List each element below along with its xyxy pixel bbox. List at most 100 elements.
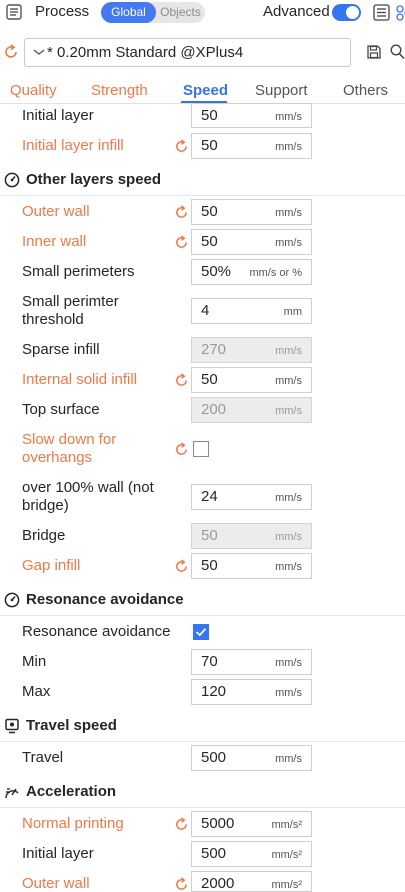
- settings-tabs: Quality Strength Speed Support Others: [0, 80, 405, 104]
- resonance-avoidance-label: Resonance avoidance: [22, 623, 171, 640]
- outer-wall-label: Outer wall: [22, 203, 90, 220]
- field-value: 50: [201, 527, 218, 544]
- field-unit: mm: [283, 306, 302, 318]
- preset-name: * 0.20mm Standard @XPlus4: [47, 44, 244, 61]
- field-value: 200: [201, 401, 227, 418]
- reset-icon[interactable]: [174, 205, 189, 220]
- field-unit: mm/s: [275, 687, 302, 699]
- group-title-travel: Travel speed: [26, 717, 117, 734]
- reset-icon[interactable]: [174, 235, 189, 250]
- group-title-resonance: Resonance avoidance: [26, 591, 184, 608]
- inner-wall-input[interactable]: 50 mm/s: [191, 229, 312, 255]
- field-value: 2000: [201, 875, 235, 892]
- over-100-wall-input[interactable]: 24 mm/s: [191, 484, 312, 510]
- min-input[interactable]: 70 mm/s: [191, 649, 312, 675]
- speedometer-icon: [4, 592, 20, 608]
- resonance-avoidance-checkbox[interactable]: [193, 624, 209, 640]
- field-value: 50: [201, 137, 218, 154]
- reset-icon[interactable]: [174, 559, 189, 574]
- mode-switch: Global Objects: [101, 2, 205, 23]
- min-label: Min: [22, 653, 47, 670]
- gap-infill-input[interactable]: 50 mm/s: [191, 553, 312, 579]
- initial-layer-input[interactable]: 50 mm/s: [191, 103, 312, 128]
- reset-icon[interactable]: [174, 442, 189, 457]
- field-unit: mm/s²: [271, 849, 302, 861]
- field-value: 5000: [201, 815, 235, 832]
- field-unit: mm/s: [275, 531, 302, 543]
- field-unit: mm/s: [275, 405, 302, 417]
- tab-others[interactable]: Others: [343, 82, 388, 99]
- field-value: 50: [201, 557, 218, 574]
- outer-wall-input[interactable]: 50 mm/s: [191, 199, 312, 225]
- field-unit: mm/s²: [271, 879, 302, 891]
- field-unit: mm/s: [275, 492, 302, 504]
- field-value: 50: [201, 233, 218, 250]
- inner-wall-label: Inner wall: [22, 233, 87, 250]
- panel-title: Process: [35, 3, 90, 20]
- search-icon[interactable]: [390, 44, 405, 60]
- field-unit: mm/s: [275, 345, 302, 357]
- field-unit: mm/s: [275, 111, 302, 123]
- slow-down-overhangs-checkbox[interactable]: [193, 441, 209, 457]
- initial-layer-infill-input[interactable]: 50 mm/s: [191, 133, 312, 159]
- tab-speed[interactable]: Speed: [183, 82, 228, 99]
- reset-icon[interactable]: [3, 44, 19, 60]
- field-value: 50: [201, 371, 218, 388]
- gap-infill-label: Gap infill: [22, 557, 81, 574]
- small-perimeters-label: Small perimeters: [22, 263, 135, 280]
- sparse-infill-label: Sparse infill: [22, 341, 100, 358]
- top-surface-label: Top surface: [22, 401, 100, 418]
- travel-icon: [5, 718, 19, 734]
- field-value: 4: [201, 302, 210, 319]
- tab-support[interactable]: Support: [255, 82, 308, 99]
- field-unit: mm/s: [275, 375, 302, 387]
- toggle-knob: [346, 6, 359, 19]
- chevron-down-icon: [33, 49, 45, 55]
- travel-input[interactable]: 500 mm/s: [191, 745, 312, 771]
- settings-icon[interactable]: [396, 4, 405, 21]
- accel-initial-layer-label: Initial layer: [22, 845, 94, 862]
- acceleration-icon: [5, 788, 19, 799]
- max-input[interactable]: 120 mm/s: [191, 679, 312, 705]
- save-icon[interactable]: [367, 45, 381, 59]
- small-perimeter-threshold-input[interactable]: 4 mm: [191, 298, 312, 324]
- group-title-other-layers: Other layers speed: [26, 171, 162, 188]
- bridge-label: Bridge: [22, 527, 66, 544]
- normal-printing-input[interactable]: 5000 mm/s²: [191, 811, 312, 837]
- top-surface-input: 200 mm/s: [191, 397, 312, 423]
- travel-label: Travel: [22, 749, 64, 766]
- field-value: 24: [201, 488, 218, 505]
- reset-icon[interactable]: [174, 373, 189, 388]
- internal-solid-infill-label: Internal solid infill: [22, 371, 138, 388]
- divider: [0, 807, 405, 808]
- compare-list-icon[interactable]: [373, 4, 390, 21]
- divider: [0, 741, 405, 742]
- over-100-wall-label-line2: bridge): [22, 497, 69, 514]
- field-unit: mm/s: [275, 657, 302, 669]
- speedometer-icon: [4, 172, 20, 188]
- slow-down-overhangs-label-line2: overhangs: [22, 449, 93, 466]
- checkmark-icon: [195, 628, 207, 637]
- accel-outer-wall-input[interactable]: 2000 mm/s²: [191, 871, 312, 892]
- advanced-toggle[interactable]: [332, 4, 361, 21]
- field-unit: mm/s: [275, 141, 302, 153]
- tab-strength[interactable]: Strength: [91, 82, 148, 99]
- preset-dropdown[interactable]: * 0.20mm Standard @XPlus4: [24, 38, 351, 67]
- small-perimeters-input[interactable]: 50% mm/s or %: [191, 259, 312, 285]
- reset-icon[interactable]: [174, 139, 189, 154]
- small-perimeter-threshold-label-line2: threshold: [22, 311, 84, 328]
- top-bar: Process Global Objects Advanced: [0, 0, 405, 28]
- field-value: 500: [201, 845, 227, 862]
- initial-layer-infill-label: Initial layer infill: [22, 137, 124, 154]
- mode-global-button[interactable]: Global: [101, 2, 156, 23]
- divider: [0, 195, 405, 196]
- reset-icon[interactable]: [174, 817, 189, 832]
- accel-outer-wall-label: Outer wall: [22, 875, 90, 892]
- internal-solid-infill-input[interactable]: 50 mm/s: [191, 367, 312, 393]
- reset-icon[interactable]: [174, 877, 189, 892]
- field-value: 50%: [201, 263, 232, 280]
- mode-objects-button[interactable]: Objects: [156, 2, 205, 23]
- tab-quality[interactable]: Quality: [10, 82, 57, 99]
- accel-initial-layer-input[interactable]: 500 mm/s²: [191, 841, 312, 867]
- field-unit: mm/s: [275, 753, 302, 765]
